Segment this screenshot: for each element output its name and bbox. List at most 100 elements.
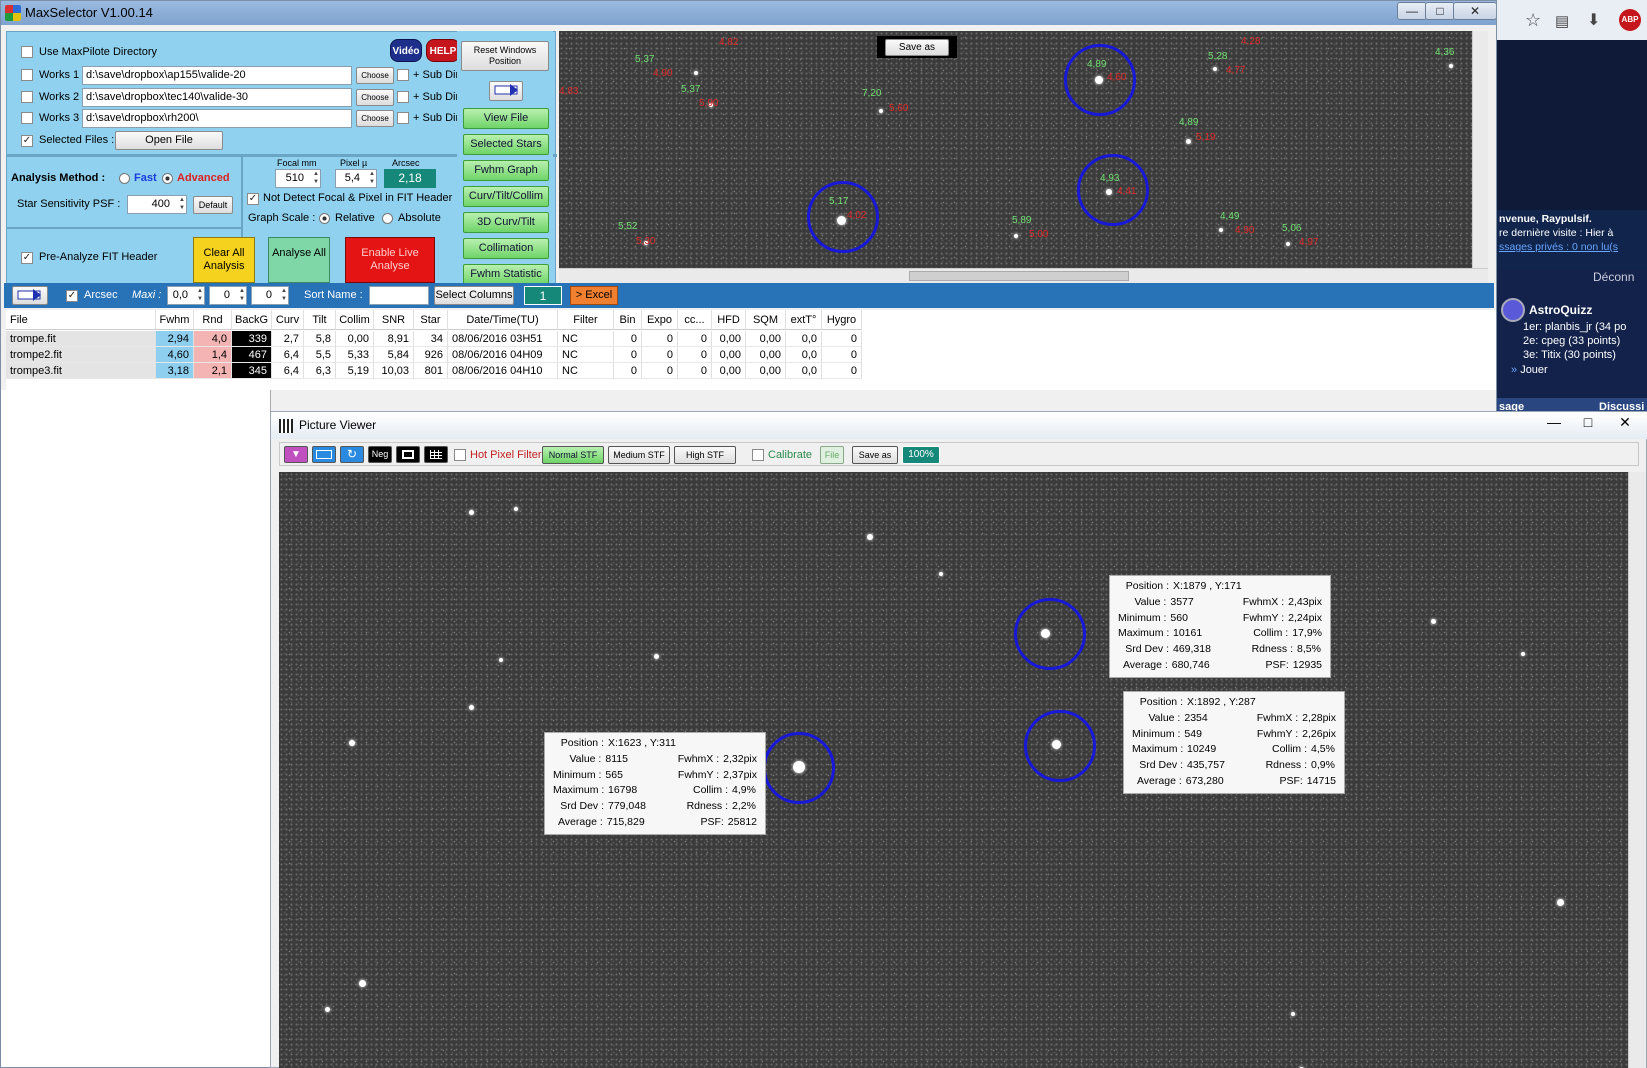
grid-button[interactable] [424, 446, 448, 463]
fit-window-button[interactable] [312, 446, 336, 463]
hot-pixel-checkbox[interactable] [454, 449, 466, 461]
psf-spinner[interactable]: 400 [127, 195, 187, 214]
preview-horizontal-scrollbar[interactable] [559, 268, 1488, 283]
not-detect-checkbox[interactable]: ✓ [247, 193, 259, 205]
viewer-close-button[interactable]: ✕ [1607, 414, 1643, 434]
collimation-button[interactable]: Collimation [463, 238, 549, 259]
fast-radio[interactable] [119, 173, 130, 184]
column-header[interactable]: cc... [678, 310, 712, 330]
minimize-button[interactable]: — [1397, 2, 1427, 20]
open-file-button[interactable]: Open File [115, 131, 223, 150]
focal-spinner[interactable]: 510 [275, 169, 321, 188]
selected-files-checkbox[interactable]: ✓ [21, 135, 33, 147]
3d-curv-tilt-button[interactable]: 3D Curv/Tilt [463, 212, 549, 233]
works2-choose-button[interactable]: Choose [356, 89, 394, 106]
rotate-button[interactable]: ↻ [340, 446, 364, 463]
logout-link[interactable]: Déconn [1593, 270, 1634, 284]
works1-subdir-checkbox[interactable] [397, 69, 409, 81]
excel-export-button[interactable]: > Excel [570, 286, 618, 305]
star-icon[interactable]: ☆ [1525, 10, 1541, 31]
column-header[interactable]: SQM [746, 310, 786, 330]
astroquizz-title[interactable]: AstroQuizz [1529, 303, 1592, 317]
play-link[interactable]: » Jouer [1511, 364, 1548, 376]
video-button[interactable]: Vidéo [390, 39, 422, 62]
column-header[interactable]: HFD [712, 310, 746, 330]
crop-button[interactable] [396, 446, 420, 463]
medium-stf-button[interactable]: Medium STF [608, 446, 670, 464]
works2-subdir-checkbox[interactable] [397, 91, 409, 103]
works3-choose-button[interactable]: Choose [356, 110, 394, 127]
normal-stf-button[interactable]: Normal STF [542, 446, 604, 464]
viewer-maximize-button[interactable]: □ [1573, 414, 1603, 434]
column-header[interactable]: Expo [642, 310, 678, 330]
column-header[interactable]: Tilt [304, 310, 336, 330]
maxi-spinner[interactable]: 0,0 [167, 286, 205, 305]
calibrate-checkbox[interactable] [752, 449, 764, 461]
reset-windows-button[interactable]: Reset Windows Position [461, 41, 549, 71]
viewer-vertical-scrollbar[interactable] [1628, 472, 1646, 1068]
star-preview-image[interactable]: Save as 5,37 4,90 4,82 5,37 5,90 7,20 5,… [559, 31, 1472, 268]
relative-radio[interactable] [319, 213, 330, 224]
selected-stars-button[interactable]: Selected Stars [463, 134, 549, 155]
maximize-button[interactable]: □ [1425, 2, 1455, 20]
sort-name-input[interactable] [369, 286, 429, 305]
default-button[interactable]: Default [193, 196, 233, 214]
column-header[interactable]: Date/Time(TU) [448, 310, 558, 330]
enable-live-analyse-button[interactable]: Enable Live Analyse [345, 237, 435, 283]
scrollbar-thumb[interactable] [909, 271, 1129, 281]
high-stf-button[interactable]: High STF [674, 446, 736, 464]
fwhm-statistic-button[interactable]: Fwhm Statistic [463, 264, 549, 285]
pixel-spinner[interactable]: 5,4 [335, 169, 377, 188]
works2-path-input[interactable]: d:\save\dropbox\tec140\valide-30 [82, 88, 352, 107]
use-maxpilote-checkbox[interactable] [21, 46, 33, 58]
viewer-save-as-button[interactable]: Save as [852, 446, 898, 464]
preview-save-as-button[interactable]: Save as [885, 39, 949, 56]
swap-window-button[interactable] [489, 81, 523, 101]
viewer-minimize-button[interactable]: — [1539, 414, 1569, 434]
column-header[interactable]: Filter [558, 310, 614, 330]
column-header[interactable]: Collim [336, 310, 374, 330]
dropdown-button[interactable]: ▼ [284, 446, 308, 463]
download-icon[interactable]: ⬇ [1587, 10, 1600, 30]
column-header[interactable]: extT° [786, 310, 822, 330]
table-row-filename[interactable]: trompe.fit [6, 331, 156, 347]
column-header[interactable]: SNR [374, 310, 414, 330]
select-columns-button[interactable]: Select Columns [434, 286, 514, 305]
advanced-radio[interactable] [162, 173, 173, 184]
negative-button[interactable]: Neg [368, 446, 392, 463]
analyse-all-button[interactable]: Analyse All [268, 237, 330, 283]
column-header[interactable]: File [6, 310, 156, 330]
works3-subdir-checkbox[interactable] [397, 112, 409, 124]
column-header[interactable]: Bin [614, 310, 642, 330]
table-row-filename[interactable]: trompe3.fit [6, 363, 156, 379]
pre-analyze-checkbox[interactable]: ✓ [21, 252, 33, 264]
view-file-button[interactable]: View File [463, 108, 549, 129]
fwhm-graph-button[interactable]: Fwhm Graph [463, 160, 549, 181]
help-button[interactable]: HELP [426, 39, 460, 62]
column-header[interactable]: Star [414, 310, 448, 330]
works1-checkbox[interactable] [21, 69, 33, 81]
column-header[interactable]: Fwhm [156, 310, 194, 330]
file-button[interactable]: File [820, 446, 844, 464]
preview-vertical-scrollbar[interactable] [1472, 31, 1488, 268]
works2-checkbox[interactable] [21, 91, 33, 103]
absolute-radio[interactable] [382, 213, 393, 224]
column-header[interactable]: Rnd [194, 310, 232, 330]
curv-tilt-collim-button[interactable]: Curv/Tilt/Collim [463, 186, 549, 207]
column-header[interactable]: Hygro [822, 310, 862, 330]
arcsec-checkbox[interactable]: ✓ [66, 290, 78, 302]
works1-choose-button[interactable]: Choose [356, 67, 394, 84]
works3-path-input[interactable]: d:\save\dropbox\rh200\ [82, 109, 352, 128]
maxi-spinner-3[interactable]: 0 [251, 286, 289, 305]
maxi-spinner-2[interactable]: 0 [209, 286, 247, 305]
close-button[interactable]: ✕ [1453, 2, 1496, 20]
column-header[interactable]: Curv [272, 310, 304, 330]
full-star-image[interactable]: Position : X:1879 , Y:171 Value :3577 Fwhm… [279, 472, 1628, 1068]
table-row-filename[interactable]: trompe2.fit [6, 347, 156, 363]
works3-checkbox[interactable] [21, 112, 33, 124]
works1-path-input[interactable]: d:\save\dropbox\ap155\valide-20 [82, 66, 352, 85]
clear-all-analysis-button[interactable]: Clear All Analysis [193, 237, 255, 283]
adblock-icon[interactable]: ABP [1619, 9, 1641, 31]
bookmarks-icon[interactable]: ▤ [1555, 12, 1569, 30]
private-messages-link[interactable]: ssages privés : 0 non lu(s [1499, 240, 1647, 254]
